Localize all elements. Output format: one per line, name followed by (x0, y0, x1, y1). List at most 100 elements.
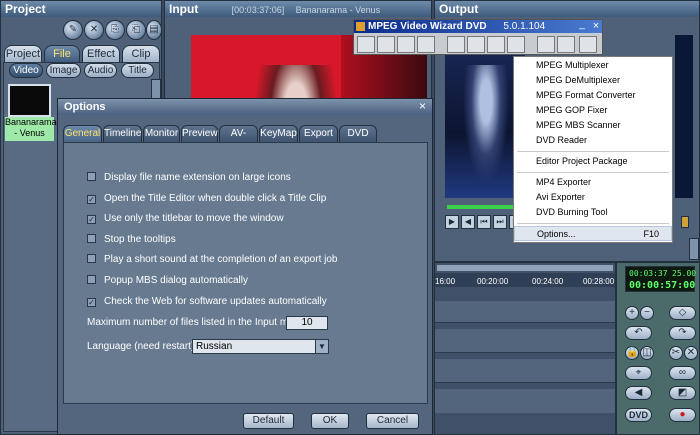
menu-item-avi-exporter[interactable]: Avi Exporter (514, 190, 672, 205)
tool-mp4-icon[interactable] (507, 36, 525, 53)
output-video-right (675, 35, 693, 198)
zoom-button[interactable]: ⌖ (625, 366, 652, 380)
mpeg-minimize-button[interactable]: _ (576, 20, 588, 32)
prev-frame-button[interactable]: ◀ (461, 215, 475, 229)
checkbox-popup-mbs[interactable] (87, 275, 96, 284)
chevron-down-icon[interactable]: ▼ (315, 340, 328, 353)
redo-button[interactable]: ↷ (669, 326, 696, 340)
tab-clip[interactable]: Clip (122, 45, 160, 63)
menu-item-mbs-scanner[interactable]: MPEG MBS Scanner (514, 118, 672, 133)
menu-item-demultiplexer[interactable]: MPEG DeMultiplexer (514, 73, 672, 88)
option-stop-tooltips[interactable]: Stop the tooltips (87, 233, 176, 247)
play-button[interactable]: ▶ (445, 215, 459, 229)
add-button[interactable]: + (625, 306, 639, 320)
volume-button[interactable]: ◀ (625, 386, 652, 400)
output-volume[interactable] (681, 216, 689, 228)
step-back-button[interactable]: ⏮ (477, 215, 491, 229)
tab-preview[interactable]: Preview (181, 125, 218, 142)
option-label: Display file name extension on large ico… (104, 172, 291, 183)
checkbox-check-updates[interactable]: ✓ (87, 298, 96, 307)
checkbox-play-sound[interactable] (87, 254, 96, 263)
output-progress[interactable] (447, 205, 517, 209)
tool-demultiplexer-icon[interactable] (377, 36, 395, 53)
timeline-scroll[interactable] (437, 265, 613, 271)
tab-keymap[interactable]: KeyMap (259, 125, 298, 142)
timeline-track-1[interactable] (435, 301, 615, 323)
tab-dvd[interactable]: DVD (339, 125, 377, 142)
menu-item-dvd-reader[interactable]: DVD Reader (514, 133, 672, 148)
language-select[interactable]: Russian ▼ (192, 339, 329, 354)
trim-button[interactable]: ◫ (640, 346, 654, 360)
cancel-button[interactable]: Cancel (366, 413, 419, 429)
link-button[interactable]: ∞ (669, 366, 696, 380)
project-copy-button[interactable]: ⎘ (105, 20, 125, 40)
tool-mbs-scanner-icon[interactable] (447, 36, 465, 53)
timeline-track-4[interactable] (435, 389, 615, 413)
clip-thumbnail[interactable] (8, 84, 51, 117)
tool-burn-icon[interactable] (557, 36, 575, 53)
tool-dvd-reader-icon[interactable] (467, 36, 485, 53)
tool-gop-fixer-icon[interactable] (417, 36, 435, 53)
tool-package-icon[interactable] (487, 36, 505, 53)
timeline-track-3[interactable] (435, 359, 615, 383)
remove-button[interactable]: − (640, 306, 654, 320)
option-show-extension[interactable]: Display file name extension on large ico… (87, 171, 291, 185)
menu-item-multiplexer[interactable]: MPEG Multiplexer (514, 58, 672, 73)
mark-in-button[interactable]: ◇ (669, 306, 696, 320)
option-play-sound[interactable]: Play a short sound at the completion of … (87, 253, 337, 267)
subtab-image[interactable]: Image (46, 63, 81, 78)
undo-button[interactable]: ↶ (625, 326, 652, 340)
menu-item-project-package[interactable]: Editor Project Package (514, 154, 672, 169)
mpeg-close-button[interactable]: × (590, 20, 602, 32)
option-popup-mbs[interactable]: Popup MBS dialog automatically (87, 274, 248, 288)
tab-timeline[interactable]: Timeline (103, 125, 142, 142)
project-paste-button[interactable]: ⎗ (126, 20, 146, 40)
menu-item-dvd-burning[interactable]: DVD Burning Tool (514, 205, 672, 220)
lock-button[interactable]: 🔒 (625, 346, 639, 360)
subtab-video[interactable]: Video (9, 63, 43, 78)
tab-project[interactable]: Project (4, 45, 42, 63)
options-close-icon[interactable]: × (416, 100, 429, 113)
project-delete-button[interactable]: ✕ (84, 20, 104, 40)
tab-export[interactable]: Export (299, 125, 338, 142)
tab-general[interactable]: General (63, 125, 102, 142)
tool-avi-icon[interactable] (537, 36, 555, 53)
max-files-input[interactable]: 10 (286, 316, 328, 330)
checkbox-stop-tooltips[interactable] (87, 234, 96, 243)
checkbox-open-title-editor[interactable]: ✓ (87, 195, 96, 204)
default-button[interactable]: Default (243, 413, 294, 429)
delete-clip-button[interactable]: ✕ (684, 346, 698, 360)
menu-item-gop-fixer[interactable]: MPEG GOP Fixer (514, 103, 672, 118)
subtab-audio[interactable]: Audio (84, 63, 117, 78)
dvd-button[interactable]: DVD (625, 408, 652, 422)
tool-exit-icon[interactable] (579, 36, 597, 53)
tab-av-sync[interactable]: AV-Sync (219, 125, 258, 155)
subtab-title[interactable]: Title (121, 63, 154, 78)
split-button[interactable]: ◩ (669, 386, 696, 400)
project-view-button[interactable]: ▤ (146, 20, 162, 40)
timeline-panel: 16:00 00:20:00 00:24:00 00:28:00 (434, 262, 616, 435)
project-new-button[interactable]: ✎ (63, 20, 83, 40)
menu-item-options[interactable]: Options... F10 (514, 226, 672, 241)
tab-monitor[interactable]: Monitor (143, 125, 180, 142)
clip-name-label[interactable]: Bananarama - Venus (5, 117, 57, 141)
tool-multiplexer-icon[interactable] (357, 36, 375, 53)
menu-item-mp4-exporter[interactable]: MP4 Exporter (514, 175, 672, 190)
record-button[interactable]: ● (669, 408, 696, 422)
option-check-updates[interactable]: ✓ Check the Web for software updates auto… (87, 295, 327, 309)
output-scrollbar[interactable] (689, 238, 699, 260)
tab-file[interactable]: File (44, 45, 80, 63)
step-forward-button[interactable]: ⏭ (493, 215, 507, 229)
mpeg-title-bar[interactable]: MPEG Video Wizard DVD 5.0.1.104 (354, 20, 602, 33)
tab-effect[interactable]: Effect (82, 45, 120, 63)
option-titlebar-move[interactable]: ✓ Use only the titlebar to move the windo… (87, 212, 284, 226)
ok-button[interactable]: OK (311, 413, 349, 429)
timeline-track-2[interactable] (435, 329, 615, 353)
lcd-time-main: 00:00:57:00 (629, 280, 696, 291)
option-open-title-editor[interactable]: ✓ Open the Title Editor when double click… (87, 192, 326, 206)
cut-button[interactable]: ✂ (669, 346, 683, 360)
checkbox-show-extension[interactable] (87, 172, 96, 181)
tool-converter-icon[interactable] (397, 36, 415, 53)
checkbox-titlebar-move[interactable]: ✓ (87, 215, 96, 224)
menu-item-format-converter[interactable]: MPEG Format Converter (514, 88, 672, 103)
